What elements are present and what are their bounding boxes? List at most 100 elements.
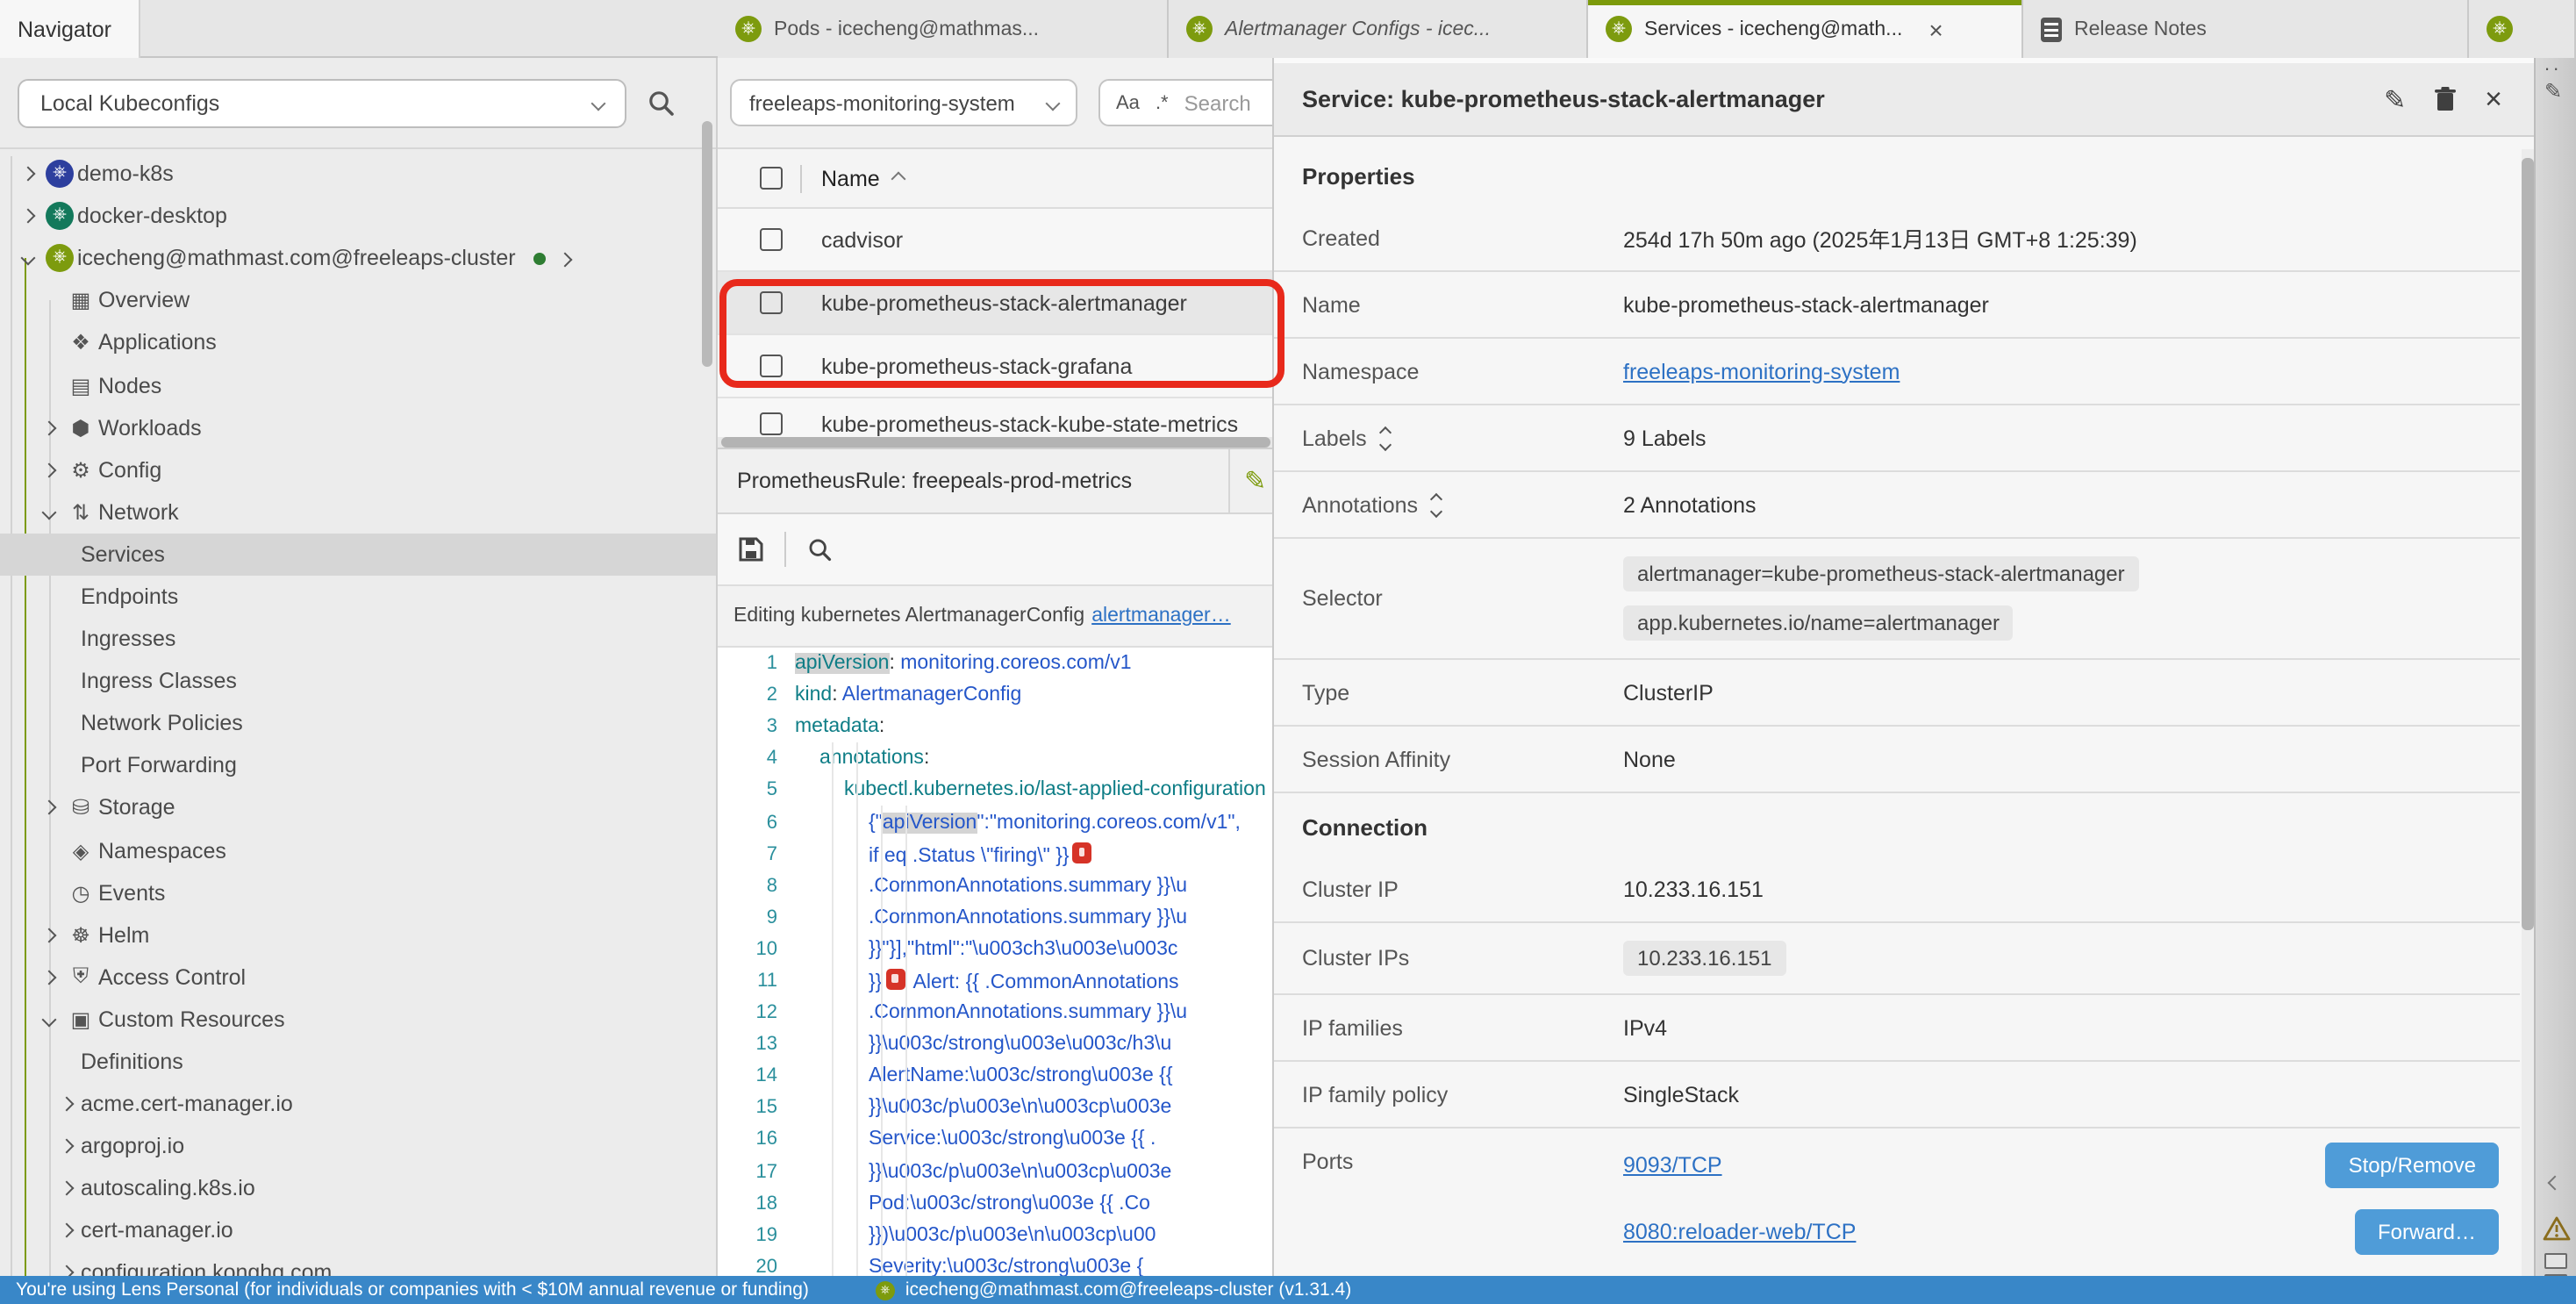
edit-service-icon[interactable]: ✎ [2384,83,2406,115]
sidebar-item-applications[interactable]: ❖Applications [0,322,716,364]
sidebar-item-network[interactable]: ⇅Network [0,491,716,534]
delete-service-icon[interactable] [2434,86,2457,112]
namespace-link[interactable]: freeleaps-monitoring-system [1623,359,1900,383]
match-case-icon[interactable]: Aa [1116,92,1140,113]
forward-button[interactable]: Forward… [2355,1209,2499,1255]
breadcrumb-resource-link[interactable]: alertmanager… [1091,605,1231,627]
chevron-glyph [60,1181,75,1196]
chevron-right-icon[interactable] [53,1268,81,1276]
chevron-right-icon[interactable] [35,972,63,983]
table-row[interactable]: kube-prometheus-stack-grafana [718,335,1274,398]
chevron-right-icon[interactable] [35,422,63,433]
sidebar-item-label: Storage [98,796,175,820]
chevron-down-icon[interactable] [14,253,42,263]
expand-toggle-icon[interactable] [1432,494,1441,515]
navigator-panel-tab[interactable]: Navigator [0,0,140,58]
sidebar-item-argoproj-io[interactable]: argoproj.io [0,1125,716,1167]
sidebar-item-docker-desktop[interactable]: ⎈docker-desktop [0,195,716,237]
chevron-right-icon[interactable] [53,1141,81,1151]
chevron-right-icon[interactable] [560,246,570,270]
edit-pencil-icon[interactable]: ✎ [1244,465,1266,497]
chevron-right-icon[interactable] [53,1184,81,1194]
active-cluster-status[interactable]: ⎈ icecheng@mathmast.com@freeleaps-cluste… [876,1279,1351,1300]
chevron-right-icon[interactable] [14,168,42,179]
sidebar-item-workloads[interactable]: ⬢Workloads [0,406,716,448]
close-tab-icon[interactable]: × [1928,17,1943,41]
horizontal-scrollbar[interactable] [718,437,1274,448]
chevron-up-glyph [1430,492,1442,505]
port-link[interactable]: 8080:reloader-web/TCP [1623,1220,1856,1244]
prometheusrule-dock-header[interactable]: PrometheusRule: freepeals-prod-metrics ✎ [718,448,1274,514]
sidebar-item-nodes[interactable]: ▤Nodes [0,364,716,406]
chevron-down-icon[interactable] [35,507,63,518]
sidebar-item-storage[interactable]: ⛁Storage [0,787,716,829]
sidebar-item-autoscaling-k8s-io[interactable]: autoscaling.k8s.io [0,1168,716,1210]
sidebar-item-demo-k8s[interactable]: ⎈demo-k8s [0,153,716,195]
applications-icon: ❖ [63,331,98,355]
drawer-scrollbar[interactable] [2522,149,2534,1276]
save-icon[interactable] [739,537,763,562]
sidebar-item-acme-cert-manager-io[interactable]: acme.cert-manager.io [0,1083,716,1125]
row-checkbox[interactable] [760,228,783,251]
sidebar-item-port-forwarding[interactable]: Port Forwarding [0,745,716,787]
tab-label: Release Notes [2074,18,2207,39]
code-line: 14AlertName:\u003c/strong\u003e {{ [718,1060,1274,1092]
overflow-dots-icon[interactable]: .. [2544,54,2562,75]
network-icon: ⇅ [63,500,98,525]
expand-toggle-icon[interactable] [1381,427,1390,448]
sidebar-scrollbar[interactable] [702,121,712,367]
sidebar-item-services[interactable]: Services [0,534,716,576]
collapse-panel-icon[interactable] [2548,1176,2563,1191]
select-all-checkbox[interactable] [760,167,783,190]
search-icon[interactable] [648,89,676,117]
chevron-right-icon[interactable] [53,1099,81,1109]
tab-alertmanager-configs-ice[interactable]: ⎈Alertmanager Configs - icec... [1169,0,1588,58]
detail-row-session-affinity: Session AffinityNone [1274,727,2520,793]
sidebar-item-ingress-classes[interactable]: Ingress Classes [0,660,716,702]
row-checkbox[interactable] [760,412,783,435]
regex-icon[interactable]: .* [1156,92,1169,113]
warning-icon[interactable] [2543,1216,2571,1241]
sidebar-item-namespaces[interactable]: ◈Namespaces [0,829,716,871]
stop-remove-button[interactable]: Stop/Remove [2326,1143,2499,1188]
chevron-right-icon[interactable] [35,929,63,940]
kubeconfig-select[interactable]: Local Kubeconfigs [18,78,626,127]
sidebar-item-ingresses[interactable]: Ingresses [0,618,716,660]
row-checkbox[interactable] [760,355,783,377]
table-row[interactable]: kube-prometheus-stack-alertmanager [718,272,1274,335]
chevron-right-icon[interactable] [35,464,63,475]
sidebar-item-access-control[interactable]: ⛨Access Control [0,957,716,999]
sidebar-item-icecheng-mathmast-com-freeleaps-cluster[interactable]: ⎈icecheng@mathmast.com@freeleaps-cluster [0,237,716,279]
tab-services-icecheng-math-[interactable]: ⎈Services - icecheng@math...× [1588,0,2023,58]
sidebar-item-events[interactable]: ◷Events [0,871,716,914]
chevron-right-icon[interactable] [14,211,42,221]
tab-pods-icecheng-mathmas-[interactable]: ⎈Pods - icecheng@mathmas... [718,0,1169,58]
chevron-down-icon[interactable] [35,1014,63,1025]
sidebar-item-network-policies[interactable]: Network Policies [0,702,716,744]
port-link[interactable]: 9093/TCP [1623,1153,1722,1178]
sidebar-item-definitions[interactable]: Definitions [0,1041,716,1083]
chevron-right-icon[interactable] [53,1226,81,1236]
tab-partial[interactable]: ⎈ [2469,0,2576,58]
sidebar-item-config[interactable]: ⚙Config [0,448,716,491]
table-row[interactable]: cadvisor [718,209,1274,272]
chevron-glyph [42,420,57,435]
table-row-partial[interactable]: kube-prometheus-stack-kube-state-metrics [718,398,1274,437]
tab-release-notes[interactable]: Release Notes [2023,0,2469,58]
chevron-right-icon[interactable] [35,803,63,813]
editor-search-icon[interactable] [807,536,834,562]
panel-icon[interactable] [2544,1253,2567,1269]
column-header-name[interactable]: Name [821,166,880,190]
sidebar-item-cert-manager-io[interactable]: cert-manager.io [0,1210,716,1252]
sidebar-item-overview[interactable]: ▦Overview [0,280,716,322]
sidebar-item-configuration-konghq-com[interactable]: configuration.konghq.com [0,1252,716,1276]
sidebar-item-helm[interactable]: ☸Helm [0,914,716,956]
close-drawer-icon[interactable]: × [2485,84,2502,114]
sidebar-item-custom-resources[interactable]: ▣Custom Resources [0,999,716,1041]
yaml-editor[interactable]: 1apiVersion: monitoring.coreos.com/v12ki… [718,648,1274,1276]
gutter-pencil-icon[interactable]: ✎ [2544,79,2562,104]
sidebar-item-endpoints[interactable]: Endpoints [0,576,716,618]
row-checkbox[interactable] [760,291,783,314]
namespace-select[interactable]: freeleaps-monitoring-system [730,79,1077,126]
search-input[interactable]: Aa .* Search [1098,79,1274,126]
